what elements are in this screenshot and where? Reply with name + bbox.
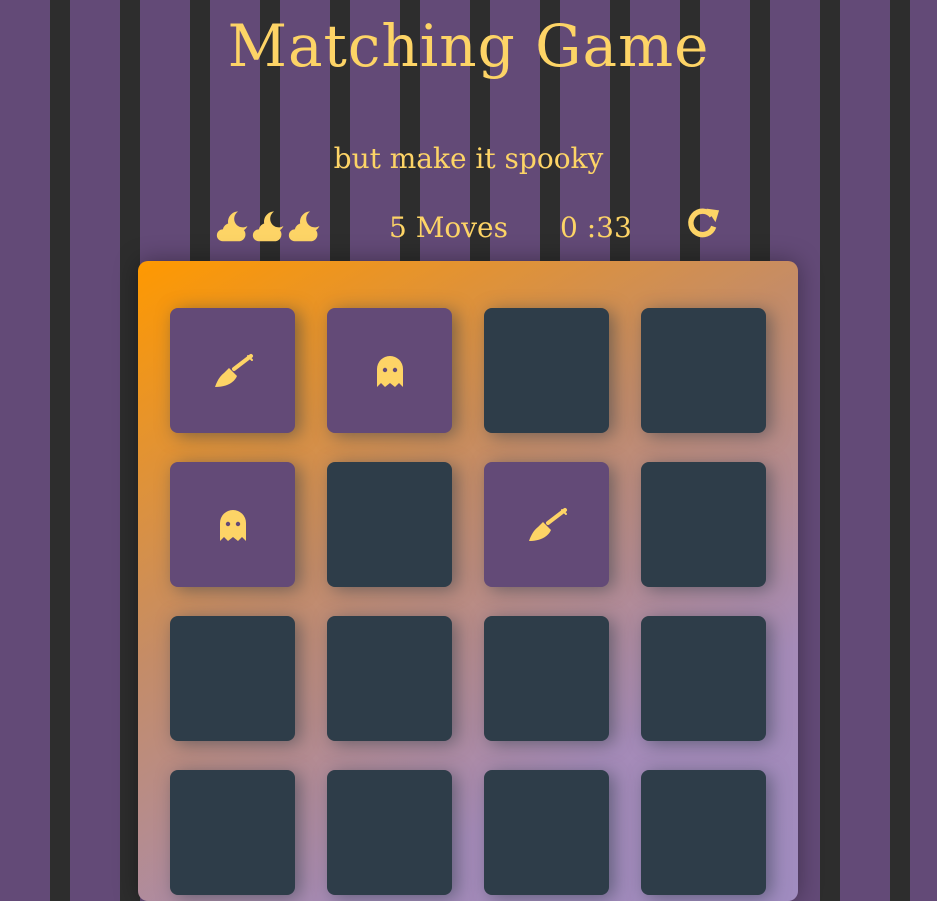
broom-icon <box>528 507 567 541</box>
page-title: Matching Game <box>227 12 710 80</box>
subtitle: but make it spooky <box>333 142 604 175</box>
score-panel: 5 Moves 0 :33 <box>0 203 937 253</box>
moves-counter: 5 Moves <box>389 211 508 244</box>
card[interactable] <box>327 462 452 587</box>
broom-icon <box>214 353 253 387</box>
card[interactable] <box>170 770 295 895</box>
restart-icon <box>688 208 720 238</box>
ghost-icon <box>219 509 246 541</box>
card[interactable] <box>484 462 609 587</box>
card[interactable] <box>641 462 766 587</box>
moon-cloud-icon <box>288 209 322 243</box>
card-deck <box>138 261 798 901</box>
moon-cloud-icon <box>216 209 250 243</box>
card[interactable] <box>484 308 609 433</box>
card[interactable] <box>327 308 452 433</box>
card[interactable] <box>170 462 295 587</box>
card[interactable] <box>484 616 609 741</box>
card[interactable] <box>170 616 295 741</box>
card[interactable] <box>641 616 766 741</box>
timer: 0 :33 <box>560 211 632 244</box>
card[interactable] <box>641 308 766 433</box>
restart-button[interactable] <box>684 205 720 241</box>
card[interactable] <box>327 616 452 741</box>
card[interactable] <box>484 770 609 895</box>
card[interactable] <box>327 770 452 895</box>
moon-cloud-icon <box>252 209 286 243</box>
star-rating <box>216 209 322 243</box>
ghost-icon <box>376 355 403 387</box>
card[interactable] <box>170 308 295 433</box>
card[interactable] <box>641 770 766 895</box>
